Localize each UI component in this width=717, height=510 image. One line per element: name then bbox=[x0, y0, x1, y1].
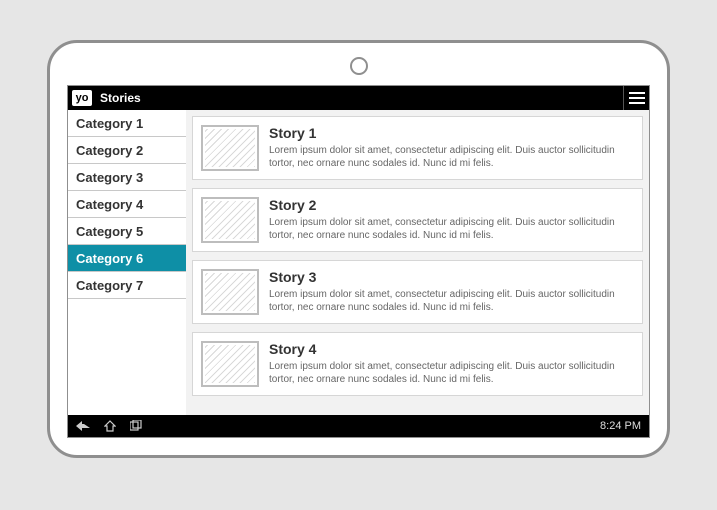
tablet-frame: yo Stories Category 1 Category 2 Categor… bbox=[47, 40, 670, 458]
sidebar-item-label: Category 3 bbox=[76, 170, 143, 185]
hamburger-icon bbox=[629, 92, 645, 104]
story-body: Story 3 Lorem ipsum dolor sit amet, cons… bbox=[269, 269, 634, 315]
sidebar-item-label: Category 6 bbox=[76, 251, 143, 266]
story-desc: Lorem ipsum dolor sit amet, consectetur … bbox=[269, 288, 634, 314]
home-icon bbox=[104, 420, 116, 432]
story-list[interactable]: Story 1 Lorem ipsum dolor sit amet, cons… bbox=[186, 110, 649, 415]
sidebar-item[interactable]: Category 4 bbox=[68, 191, 186, 218]
sidebar-item[interactable]: Category 3 bbox=[68, 164, 186, 191]
back-arrow-icon bbox=[76, 421, 90, 431]
sidebar-item-label: Category 5 bbox=[76, 224, 143, 239]
category-sidebar: Category 1 Category 2 Category 3 Categor… bbox=[68, 110, 186, 415]
story-desc: Lorem ipsum dolor sit amet, consectetur … bbox=[269, 360, 634, 386]
recent-apps-button[interactable] bbox=[130, 420, 142, 432]
back-button[interactable] bbox=[76, 421, 90, 431]
story-title: Story 2 bbox=[269, 197, 634, 213]
sidebar-item[interactable]: Category 2 bbox=[68, 137, 186, 164]
story-title: Story 1 bbox=[269, 125, 634, 141]
page-title: Stories bbox=[100, 91, 141, 105]
story-title: Story 3 bbox=[269, 269, 634, 285]
app-logo[interactable]: yo bbox=[72, 90, 92, 106]
clock: 8:24 PM bbox=[600, 420, 641, 432]
story-title: Story 4 bbox=[269, 341, 634, 357]
bottombar: 8:24 PM bbox=[68, 415, 649, 437]
thumbnail-placeholder-icon bbox=[201, 269, 259, 315]
sidebar-item[interactable]: Category 6 bbox=[68, 245, 186, 272]
canvas: yo Stories Category 1 Category 2 Categor… bbox=[0, 0, 717, 510]
sidebar-item-label: Category 2 bbox=[76, 143, 143, 158]
thumbnail-placeholder-icon bbox=[201, 125, 259, 171]
content: Category 1 Category 2 Category 3 Categor… bbox=[68, 110, 649, 415]
camera-icon bbox=[350, 57, 368, 75]
sidebar-item-label: Category 7 bbox=[76, 278, 143, 293]
story-item[interactable]: Story 1 Lorem ipsum dolor sit amet, cons… bbox=[192, 116, 643, 180]
story-desc: Lorem ipsum dolor sit amet, consectetur … bbox=[269, 216, 634, 242]
topbar: yo Stories bbox=[68, 86, 649, 110]
story-item[interactable]: Story 2 Lorem ipsum dolor sit amet, cons… bbox=[192, 188, 643, 252]
sidebar-item[interactable]: Category 5 bbox=[68, 218, 186, 245]
thumbnail-placeholder-icon bbox=[201, 197, 259, 243]
sidebar-item[interactable]: Category 7 bbox=[68, 272, 186, 299]
sidebar-item-label: Category 1 bbox=[76, 116, 143, 131]
story-item[interactable]: Story 3 Lorem ipsum dolor sit amet, cons… bbox=[192, 260, 643, 324]
thumbnail-placeholder-icon bbox=[201, 341, 259, 387]
story-body: Story 4 Lorem ipsum dolor sit amet, cons… bbox=[269, 341, 634, 387]
story-body: Story 2 Lorem ipsum dolor sit amet, cons… bbox=[269, 197, 634, 243]
menu-button[interactable] bbox=[623, 86, 649, 110]
sidebar-item-label: Category 4 bbox=[76, 197, 143, 212]
story-desc: Lorem ipsum dolor sit amet, consectetur … bbox=[269, 144, 634, 170]
recent-apps-icon bbox=[130, 420, 142, 432]
sidebar-item[interactable]: Category 1 bbox=[68, 110, 186, 137]
home-button[interactable] bbox=[104, 420, 116, 432]
screen: yo Stories Category 1 Category 2 Categor… bbox=[67, 85, 650, 438]
story-body: Story 1 Lorem ipsum dolor sit amet, cons… bbox=[269, 125, 634, 171]
story-item[interactable]: Story 4 Lorem ipsum dolor sit amet, cons… bbox=[192, 332, 643, 396]
